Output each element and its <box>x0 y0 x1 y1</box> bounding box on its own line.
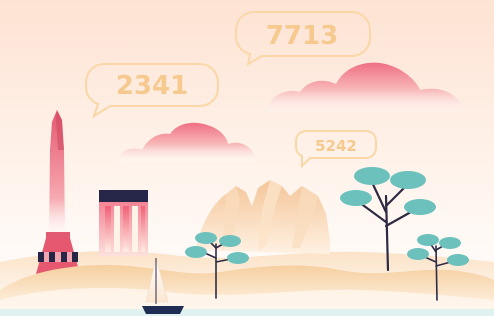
bubble-value-7713: 7713 <box>266 21 338 51</box>
bubble-value-5242: 5242 <box>315 137 357 155</box>
office-building <box>99 190 148 256</box>
illustration-canvas: 7713 2341 5242 <box>0 0 494 316</box>
water <box>0 309 494 316</box>
bubble-value-2341: 2341 <box>116 71 188 101</box>
city-landscape-illustration: 7713 2341 5242 <box>0 0 494 316</box>
